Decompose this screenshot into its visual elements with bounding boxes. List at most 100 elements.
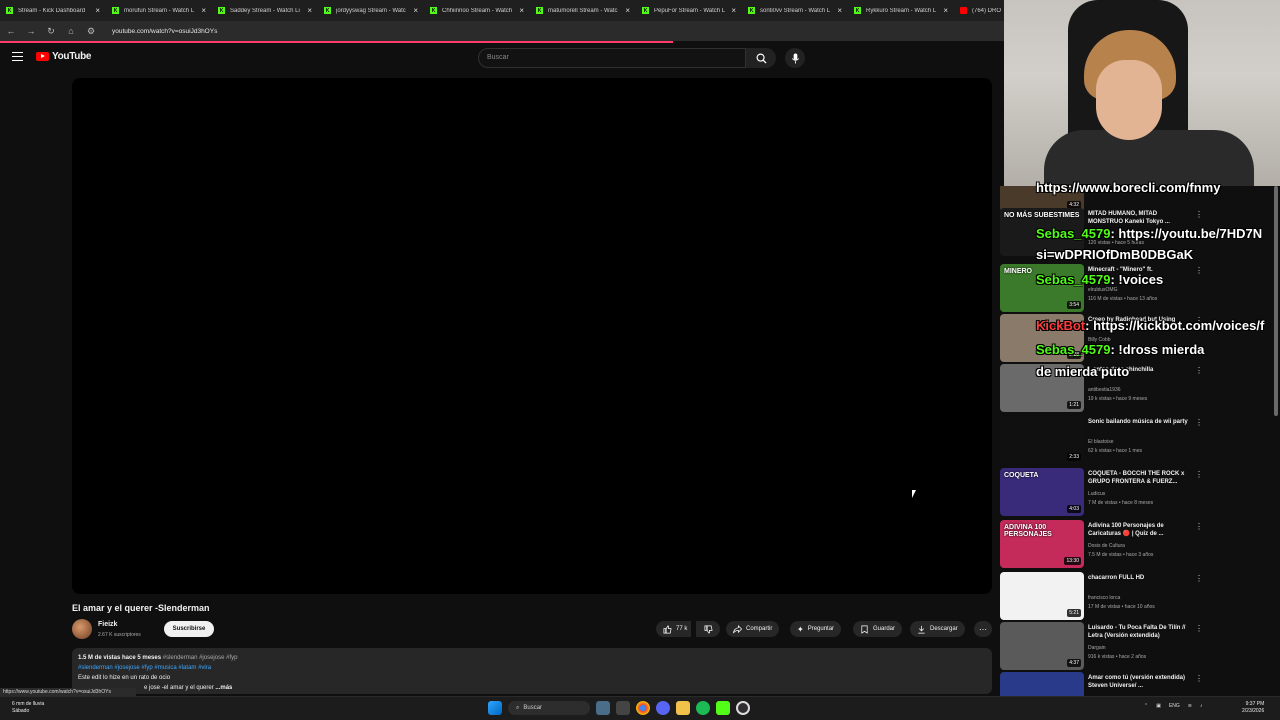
url-field[interactable]: youtube.com/watch?v=osuiJd3hOYs [112, 28, 217, 35]
more-vertical-icon[interactable]: ⋮ [1195, 470, 1203, 479]
close-tab-icon[interactable]: × [413, 6, 418, 15]
forward-icon[interactable]: → [26, 26, 36, 36]
obs-icon[interactable] [736, 701, 750, 715]
more-vertical-icon[interactable]: ⋮ [1195, 266, 1203, 275]
channel-name[interactable]: Fieizk [98, 621, 117, 628]
chevron-up-icon[interactable]: ⌃ [1144, 703, 1148, 709]
more-vertical-icon[interactable]: ⋮ [1195, 674, 1203, 683]
recommended-channel[interactable]: Dargain [1088, 645, 1106, 651]
recommended-video[interactable]: COQUETA 4:03 COQUETA - BOCCHI THE ROCK x G… [1000, 468, 1270, 516]
show-more-link[interactable]: ...más [215, 685, 232, 691]
recommended-video[interactable]: 5:21 chacarron FULL HD francisco lorca 17 M… [1000, 572, 1270, 620]
browser-tab[interactable]: Kmatumorell Stream - Watc × [530, 0, 636, 21]
browser-tab[interactable]: Ksonti0vv Stream - Watch L × [742, 0, 848, 21]
browser-tab[interactable]: Kjordyyswag Stream - Watc × [318, 0, 424, 21]
discord-icon[interactable] [656, 701, 670, 715]
more-vertical-icon[interactable]: ⋮ [1195, 624, 1203, 633]
close-tab-icon[interactable]: × [943, 6, 948, 15]
task-view-icon[interactable] [616, 701, 630, 715]
save-button[interactable]: Guardar [853, 621, 903, 637]
recommended-channel[interactable]: antibestia1936 [1088, 387, 1121, 393]
recommended-title[interactable]: Sonic bailando música de wii party [1088, 418, 1190, 426]
recommended-video[interactable]: ADIVINA 100 PERSONAJES 13:30 Adivina 100 P… [1000, 520, 1270, 568]
hamburger-menu-icon[interactable] [12, 52, 23, 61]
volume-icon[interactable]: ♪ [1200, 703, 1203, 709]
video-title: El amar y el querer -Slenderman [72, 603, 210, 613]
close-tab-icon[interactable]: × [519, 6, 524, 15]
recommended-video[interactable]: 4:37 Luisardo - Tu Poca Falta De Tilín //… [1000, 622, 1270, 670]
recommended-title[interactable]: Amar como tú (versión extendida) Steven … [1088, 674, 1190, 690]
share-button[interactable]: Compartir [726, 621, 780, 637]
home-icon[interactable]: ⌂ [66, 26, 76, 36]
close-tab-icon[interactable]: × [837, 6, 842, 15]
recommended-channel[interactable]: Ludicus [1088, 491, 1105, 497]
recommended-title[interactable]: Adivina 100 Personajes de Caricaturas 🔴 … [1088, 522, 1190, 538]
video-thumbnail[interactable]: ADIVINA 100 PERSONAJES 13:30 [1000, 520, 1084, 568]
back-icon[interactable]: ← [6, 26, 16, 36]
recommended-title[interactable]: chacarron FULL HD [1088, 574, 1190, 582]
recommended-channel[interactable]: elrubiusOMG [1088, 287, 1117, 293]
dislike-button[interactable] [696, 621, 720, 637]
like-button[interactable]: 77 k [656, 621, 692, 637]
weather-widget[interactable]: 6 mm de lluvia Sábado [12, 701, 44, 715]
close-tab-icon[interactable]: × [731, 6, 736, 15]
video-description[interactable]: 1.5 M de vistas hace 5 meses #slenderman… [72, 648, 992, 694]
ask-button[interactable]: ✦ Preguntar [790, 621, 842, 637]
recommended-channel[interactable]: El blastoise [1088, 439, 1114, 445]
tab-title: PepuFor Stream - Watch L [654, 7, 726, 14]
recommended-title[interactable]: Luisardo - Tu Poca Falta De Tilín // Let… [1088, 624, 1190, 640]
browser-tab[interactable]: K PepuFor Stream - Watch L × [636, 0, 742, 21]
browser-tab[interactable]: K Rykkuro Stream - Watch L × [848, 0, 954, 21]
youtube-logo-text: YouTube [52, 51, 92, 62]
more-vertical-icon[interactable]: ⋮ [1195, 522, 1203, 531]
more-vertical-icon[interactable]: ⋮ [1195, 574, 1203, 583]
more-vertical-icon[interactable]: ⋮ [1195, 366, 1203, 375]
recommended-channel[interactable]: Dosis de Cultura [1088, 543, 1125, 549]
channel-avatar[interactable] [72, 619, 92, 639]
recommended-title[interactable]: MITAD HUMANO, MITAD MONSTRUO Kaneki Toky… [1088, 210, 1190, 226]
subscribe-button[interactable]: Suscribirse [164, 621, 214, 637]
recommended-channel[interactable]: francisco lorca [1088, 595, 1120, 601]
more-actions-button[interactable]: ⋯ [974, 621, 992, 637]
video-thumbnail[interactable]: 4:37 [1000, 622, 1084, 670]
close-tab-icon[interactable]: × [95, 6, 100, 15]
browser-tab[interactable]: K Stream - Kick Dashboard × [0, 0, 106, 21]
system-clock[interactable]: 9:37 PM 2/23/2026 [1242, 701, 1264, 715]
more-vertical-icon[interactable]: ⋮ [1195, 418, 1203, 427]
chrome-icon[interactable] [636, 701, 650, 715]
reload-icon[interactable]: ↻ [46, 26, 56, 37]
recommended-video[interactable]: 2:33 Sonic bailando música de wii party El… [1000, 416, 1270, 464]
language-indicator[interactable]: ENG [1169, 703, 1180, 709]
mountain-widget-icon[interactable] [596, 701, 610, 715]
browser-tab[interactable]: Kmorufun Stream - Watch L × [106, 0, 212, 21]
video-thumbnail[interactable]: 2:33 [1000, 416, 1084, 464]
browser-tab[interactable]: K Saddey Stream - Watch Li × [212, 0, 318, 21]
video-thumbnail[interactable]: COQUETA 4:03 [1000, 468, 1084, 516]
download-button[interactable]: Descargar [910, 621, 965, 637]
video-thumbnail[interactable] [1000, 672, 1084, 696]
close-tab-icon[interactable]: × [201, 6, 206, 15]
video-player[interactable] [72, 78, 992, 594]
kick-app-icon[interactable] [716, 701, 730, 715]
recommended-title[interactable]: COQUETA - BOCCHI THE ROCK x GRUPO FRONTE… [1088, 470, 1190, 486]
search-button[interactable] [746, 48, 776, 68]
voice-search-button[interactable] [785, 48, 805, 68]
tray-app-icon[interactable]: ▣ [1156, 703, 1161, 709]
wifi-icon[interactable]: ≋ [1188, 703, 1192, 709]
taskbar-search[interactable]: ⌕ Buscar [508, 701, 590, 715]
recommended-video[interactable]: Amar como tú (versión extendida) Steven … [1000, 672, 1270, 696]
close-tab-icon[interactable]: × [307, 6, 312, 15]
browser-tab[interactable]: K Chhiinnoo Stream - Watch × [424, 0, 530, 21]
file-explorer-icon[interactable] [676, 701, 690, 715]
description-hashtags[interactable]: #slenderman #josejose #fyp #musica #lata… [78, 663, 986, 673]
search-input[interactable]: Buscar [478, 48, 746, 68]
youtube-logo[interactable]: YouTube [36, 51, 92, 62]
page-scrollbar[interactable] [1274, 186, 1278, 416]
windows-start-icon[interactable] [488, 701, 502, 715]
more-vertical-icon[interactable]: ⋮ [1195, 210, 1203, 219]
spotify-icon[interactable] [696, 701, 710, 715]
video-thumbnail[interactable]: 5:21 [1000, 572, 1084, 620]
site-info-icon[interactable]: ⚙ [86, 26, 96, 37]
browser-tab[interactable]: (764) DRO [954, 0, 1004, 21]
close-tab-icon[interactable]: × [625, 6, 630, 15]
